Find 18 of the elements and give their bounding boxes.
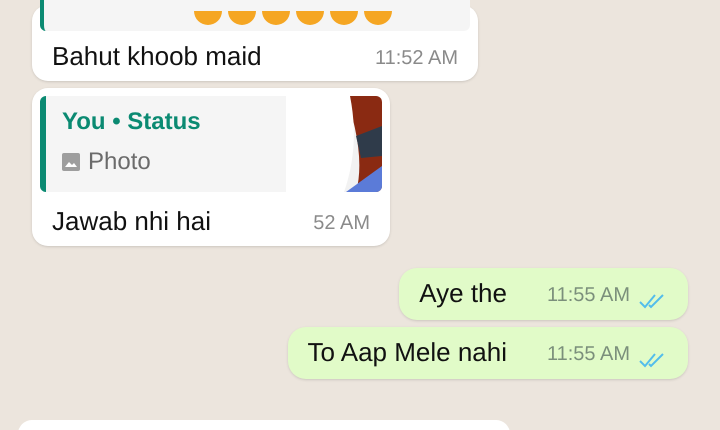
message-time: 11:52 AM [374,46,458,71]
message-text: Aye the [419,277,507,310]
message-time: 11:55 AM [546,342,630,367]
emoji-icon [194,11,222,25]
message-text: Jawab nhi hai [52,205,211,238]
message-time: 11:55 AM [546,283,630,308]
emoji-icon [364,11,392,25]
quoted-status[interactable]: You • Status Photo [40,96,382,192]
media-label: Photo [88,147,151,177]
emoji-icon [330,11,358,25]
message-text: Bahut khoob maid [52,40,262,73]
message-text: To Aap Mele nahi [308,336,507,369]
message-time: 52 AM [312,211,370,236]
emoji-icon [262,11,290,25]
emoji-icon [228,11,256,25]
quote-author: You • Status [62,107,202,137]
emoji-icon [296,11,324,25]
image-icon [62,153,80,171]
